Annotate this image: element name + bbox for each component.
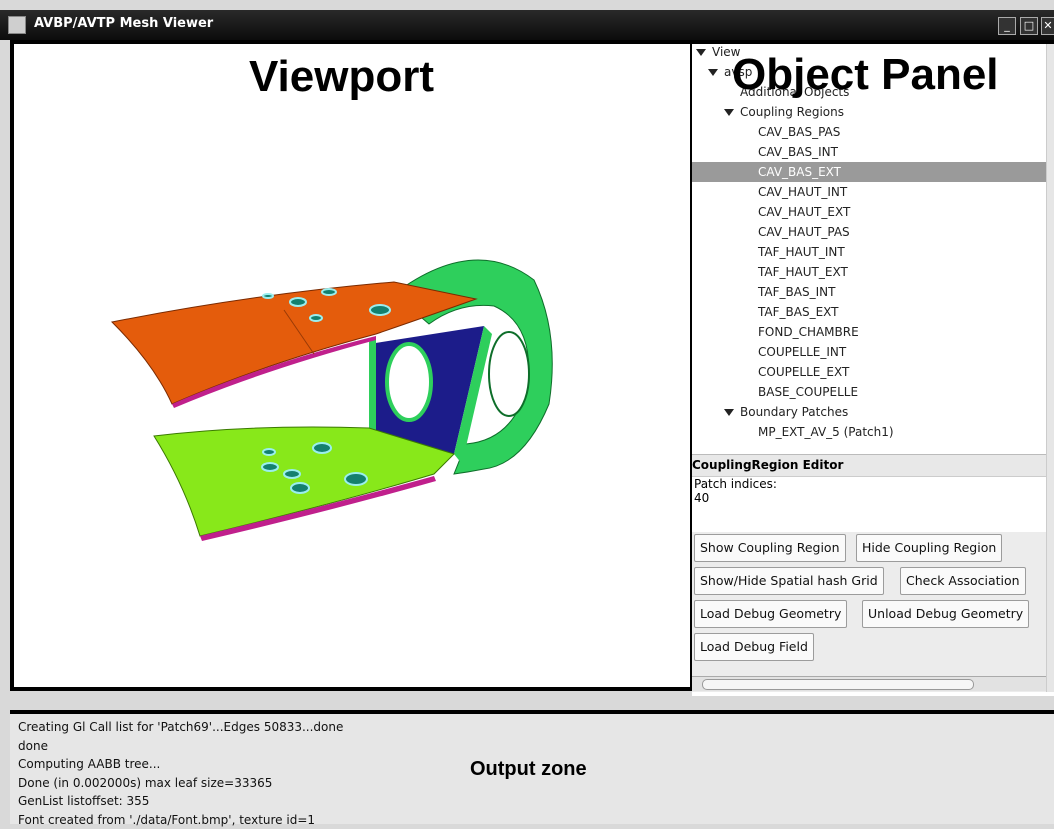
- tree-item-region[interactable]: CAV_BAS_PAS: [758, 122, 840, 142]
- tree-item-region[interactable]: CAV_HAUT_EXT: [758, 202, 850, 222]
- action-buttons: Show Coupling Region Hide Coupling Regio…: [692, 532, 1054, 692]
- maximize-button[interactable]: □: [1020, 17, 1038, 35]
- tree-node-coupling-regions[interactable]: Coupling Regions: [724, 102, 844, 122]
- close-button[interactable]: ✕: [1041, 17, 1054, 35]
- log-line: Done (in 0.002000s) max leaf size=33365: [18, 774, 343, 793]
- object-tree[interactable]: View avsp Additional Objects Coupling Re…: [692, 44, 1047, 452]
- log-output: Creating Gl Call list for 'Patch69'...Ed…: [18, 718, 343, 829]
- tree-item-region[interactable]: COUPELLE_INT: [758, 342, 846, 362]
- expand-icon[interactable]: [724, 109, 734, 116]
- tree-node-boundary-patches[interactable]: Boundary Patches: [724, 402, 848, 422]
- show-coupling-region-button[interactable]: Show Coupling Region: [694, 534, 846, 562]
- output-zone-label: Output zone: [470, 758, 587, 781]
- tree-item-region[interactable]: CAV_HAUT_INT: [758, 182, 847, 202]
- tree-item-region[interactable]: CAV_HAUT_PAS: [758, 222, 850, 242]
- mesh-render: [14, 44, 690, 687]
- window-titlebar: AVBP/AVTP Mesh Viewer _ □ ✕: [0, 10, 1054, 40]
- hide-coupling-region-button[interactable]: Hide Coupling Region: [856, 534, 1002, 562]
- tree-item-region[interactable]: CAV_BAS_INT: [758, 142, 838, 162]
- tree-item-region[interactable]: TAF_BAS_EXT: [758, 302, 839, 322]
- load-debug-geometry-button[interactable]: Load Debug Geometry: [694, 600, 847, 628]
- expand-icon[interactable]: [724, 409, 734, 416]
- expand-icon[interactable]: [708, 69, 718, 76]
- app-icon: [8, 16, 26, 34]
- expand-icon[interactable]: [696, 49, 706, 56]
- unload-debug-geometry-button[interactable]: Unload Debug Geometry: [862, 600, 1029, 628]
- log-line: Computing AABB tree...: [18, 755, 343, 774]
- scrollbar-thumb[interactable]: [702, 679, 974, 690]
- log-line: GenList listoffset: 355: [18, 792, 343, 811]
- object-panel: View avsp Additional Objects Coupling Re…: [692, 40, 1054, 696]
- object-panel-label: Object Panel: [732, 50, 999, 100]
- tree-item-region-selected[interactable]: CAV_BAS_EXT: [692, 162, 1047, 182]
- tree-node-label: Boundary Patches: [740, 405, 848, 419]
- tree-item-region[interactable]: COUPELLE_EXT: [758, 362, 849, 382]
- load-debug-field-button[interactable]: Load Debug Field: [694, 633, 814, 661]
- tree-item-region[interactable]: TAF_HAUT_INT: [758, 242, 845, 262]
- tree-item-region[interactable]: TAF_HAUT_EXT: [758, 262, 848, 282]
- patch-indices-label: Patch indices:: [692, 477, 1054, 491]
- viewport-label: Viewport: [249, 52, 434, 102]
- coupling-region-editor: CouplingRegion Editor Patch indices: 40: [692, 454, 1054, 531]
- minimize-button[interactable]: _: [998, 17, 1016, 35]
- log-line: done: [18, 737, 343, 756]
- tree-item-patch[interactable]: MP_EXT_AV_5 (Patch1): [758, 422, 894, 442]
- output-zone: Creating Gl Call list for 'Patch69'...Ed…: [10, 710, 1054, 824]
- patch-indices-field[interactable]: 40: [692, 491, 1054, 505]
- check-association-button[interactable]: Check Association: [900, 567, 1026, 595]
- viewport-3d[interactable]: Viewport: [10, 40, 694, 691]
- tree-item-region[interactable]: BASE_COUPELLE: [758, 382, 858, 402]
- window-title: AVBP/AVTP Mesh Viewer: [34, 16, 213, 31]
- log-line: Creating Gl Call list for 'Patch69'...Ed…: [18, 718, 343, 737]
- tree-node-label: Coupling Regions: [740, 105, 844, 119]
- tree-item-region[interactable]: TAF_BAS_INT: [758, 282, 835, 302]
- toggle-spatial-hash-grid-button[interactable]: Show/Hide Spatial hash Grid: [694, 567, 884, 595]
- tree-item-region[interactable]: FOND_CHAMBRE: [758, 322, 859, 342]
- editor-title: CouplingRegion Editor: [692, 455, 1054, 477]
- horizontal-scrollbar[interactable]: [692, 676, 1047, 691]
- vertical-scrollbar[interactable]: [1046, 44, 1054, 692]
